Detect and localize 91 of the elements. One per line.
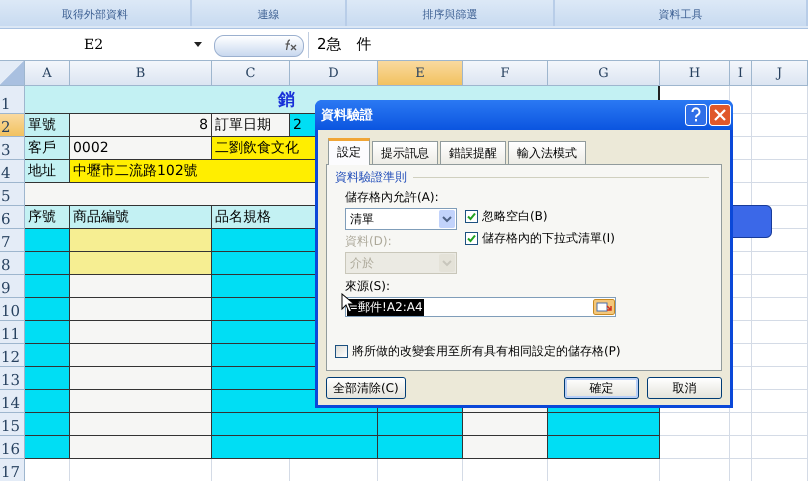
row-header[interactable]: 17 bbox=[0, 459, 25, 481]
table-cell: 客戶 bbox=[25, 137, 70, 160]
row-header[interactable]: 2 bbox=[0, 114, 25, 137]
column-header[interactable]: D bbox=[290, 61, 378, 86]
table-cell bbox=[730, 413, 752, 436]
row-header[interactable]: 14 bbox=[0, 390, 25, 413]
row-header[interactable]: 3 bbox=[0, 137, 25, 160]
row-header[interactable]: 13 bbox=[0, 367, 25, 390]
table-cell bbox=[730, 86, 752, 114]
row-header[interactable]: 9 bbox=[0, 275, 25, 298]
dialog-tab[interactable]: 錯誤提醒 bbox=[440, 141, 506, 164]
table-cell bbox=[730, 436, 752, 459]
table-cell bbox=[752, 114, 808, 137]
table-cell bbox=[25, 436, 70, 459]
table-cell bbox=[660, 413, 730, 436]
range-picker-icon[interactable] bbox=[593, 299, 615, 315]
table-cell bbox=[752, 86, 808, 114]
help-icon[interactable] bbox=[685, 104, 707, 126]
ribbon-group-label: 連線 bbox=[192, 0, 347, 26]
table-cell bbox=[752, 252, 808, 275]
table-cell bbox=[752, 367, 808, 390]
checkbox-label: 儲存格內的下拉式清單(I) bbox=[482, 230, 615, 247]
row-header[interactable]: 8 bbox=[0, 252, 25, 275]
table-cell bbox=[25, 252, 70, 275]
row-header[interactable]: 7 bbox=[0, 229, 25, 252]
cancel-button[interactable]: 取消 bbox=[647, 377, 722, 399]
table-cell bbox=[752, 275, 808, 298]
ok-button[interactable]: 確定 bbox=[564, 377, 639, 399]
table-cell bbox=[25, 298, 70, 321]
ribbon-group-label: 資料工具 bbox=[555, 0, 808, 26]
table-cell: 商品編號 bbox=[70, 206, 212, 229]
table-cell bbox=[752, 160, 808, 183]
column-header[interactable]: E bbox=[378, 61, 463, 86]
table-cell bbox=[752, 321, 808, 344]
field-label: 資料(D): bbox=[345, 233, 393, 250]
field-label: 儲存格內允許(A): bbox=[345, 189, 440, 206]
table-cell: 地址 bbox=[25, 160, 70, 183]
row-header[interactable]: 12 bbox=[0, 344, 25, 367]
table-cell: 單號 bbox=[25, 114, 70, 137]
table-cell bbox=[25, 321, 70, 344]
table-cell bbox=[752, 137, 808, 160]
table-cell bbox=[752, 413, 808, 436]
row-header[interactable]: 5 bbox=[0, 183, 25, 206]
caret-icon bbox=[194, 42, 202, 47]
close-icon[interactable] bbox=[709, 104, 731, 126]
row-header[interactable]: 11 bbox=[0, 321, 25, 344]
checkbox[interactable] bbox=[465, 232, 478, 245]
clear-all-button[interactable]: 全部清除(C) bbox=[326, 377, 406, 399]
name-box[interactable]: E2 bbox=[0, 32, 210, 56]
table-cell bbox=[25, 344, 70, 367]
dialog-tab[interactable]: 提示訊息 bbox=[372, 141, 438, 164]
table-cell: 訂單日期 bbox=[212, 114, 290, 137]
table-cell bbox=[25, 413, 70, 436]
table-cell bbox=[752, 390, 808, 413]
column-header[interactable]: A bbox=[25, 61, 70, 86]
column-header[interactable]: F bbox=[463, 61, 548, 86]
field-label: 來源(S): bbox=[344, 278, 392, 295]
dialog-tab[interactable]: 輸入法模式 bbox=[508, 141, 586, 164]
dialog-tab[interactable]: 設定 bbox=[328, 138, 370, 165]
table-cell bbox=[752, 298, 808, 321]
allow-dropdown[interactable]: 清單 bbox=[345, 208, 457, 230]
table-cell bbox=[752, 344, 808, 367]
row-header[interactable]: 4 bbox=[0, 160, 25, 183]
checkbox[interactable] bbox=[465, 210, 478, 223]
formula-field[interactable]: 2急 件 bbox=[308, 32, 808, 58]
row-header[interactable]: 16 bbox=[0, 436, 25, 459]
checkbox-label: 忽略空白(B) bbox=[482, 208, 548, 225]
checkbox-label: 將所做的改變套用至所有具有相同設定的儲存格(P) bbox=[352, 343, 621, 360]
table-cell bbox=[752, 436, 808, 459]
table-cell bbox=[660, 436, 730, 459]
column-header[interactable]: I bbox=[730, 61, 752, 86]
function-icon[interactable] bbox=[284, 38, 298, 50]
column-header[interactable]: B bbox=[70, 61, 212, 86]
table-cell: 8 bbox=[70, 114, 212, 137]
table-cell bbox=[25, 390, 70, 413]
ribbon-group-label: 取得外部資料 bbox=[0, 0, 192, 26]
row-header[interactable]: 10 bbox=[0, 298, 25, 321]
table-cell bbox=[25, 367, 70, 390]
checkbox[interactable] bbox=[335, 345, 348, 358]
table-cell bbox=[25, 229, 70, 252]
row-header[interactable]: 15 bbox=[0, 413, 25, 436]
row-header[interactable]: 1 bbox=[0, 86, 25, 114]
row-header[interactable]: 6 bbox=[0, 206, 25, 229]
column-header[interactable]: H bbox=[660, 61, 730, 86]
column-header[interactable]: G bbox=[548, 61, 660, 86]
ribbon-group-label: 排序與篩選 bbox=[347, 0, 555, 26]
column-header[interactable]: C bbox=[212, 61, 290, 86]
table-cell bbox=[25, 275, 70, 298]
column-header[interactable]: J bbox=[752, 61, 808, 86]
table-cell: 序號 bbox=[25, 206, 70, 229]
table-cell: 0002 bbox=[70, 137, 212, 160]
